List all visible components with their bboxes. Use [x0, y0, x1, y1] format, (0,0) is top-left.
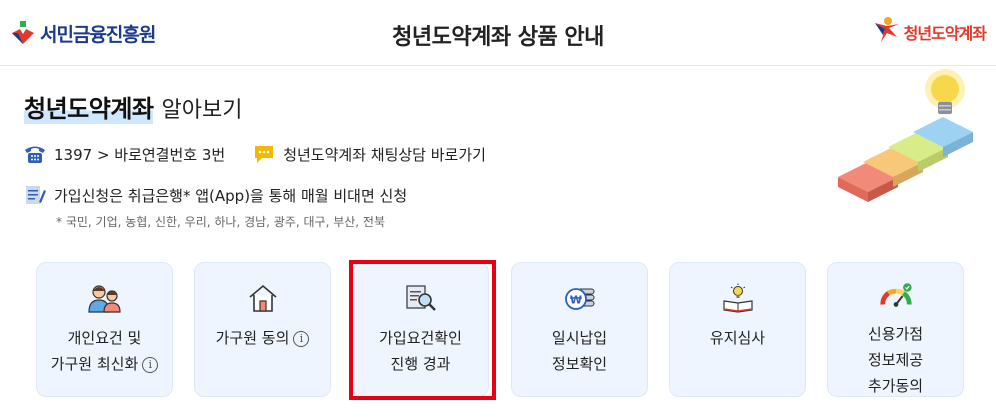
- youth-account-logo-mark-icon: [871, 15, 901, 49]
- card-household-consent[interactable]: 가구원 동의 i: [194, 262, 331, 397]
- app-header: 서민금융진흥원 청년도약계좌 상품 안내 청년도약계좌: [0, 0, 996, 66]
- card-label: 가구원 동의 i: [216, 325, 310, 351]
- card-label: 일시납입 정보확인: [551, 329, 608, 373]
- card-label: 신용가점 정보제공 추가동의: [867, 325, 924, 395]
- card-maintenance-review[interactable]: 유지심사: [669, 262, 806, 397]
- gauge-icon: [879, 281, 913, 311]
- card-label: 가입요건확인 진행 경과: [379, 329, 462, 373]
- card-eligibility-progress[interactable]: 가입요건확인 진행 경과: [352, 262, 489, 397]
- page-title: 청년도약계좌 상품 안내: [392, 25, 604, 50]
- youth-account-logo[interactable]: 청년도약계좌: [871, 15, 987, 49]
- info-icon[interactable]: i: [142, 357, 159, 373]
- main-content: 청년도약계좌 알아보기 1397 > 바로연결번호 3번 청년도약계좌 채팅상담…: [0, 67, 996, 419]
- family-icon: [87, 281, 122, 315]
- info-icon[interactable]: i: [293, 331, 310, 347]
- card-lump-sum-info[interactable]: ₩ 일시납입 정보확인: [511, 262, 648, 397]
- svg-text:₩: ₩: [569, 294, 581, 307]
- document-search-icon: [404, 281, 438, 315]
- book-lightbulb-icon: [721, 281, 755, 315]
- youth-account-logo-text: 청년도약계좌: [903, 24, 987, 43]
- card-label: 유지심사: [709, 329, 766, 347]
- card-personal-update[interactable]: 개인요건 및 가구원 최신화 i: [36, 262, 173, 397]
- won-coin-icon: ₩: [563, 281, 597, 315]
- card-label: 개인요건 및 가구원 최신화 i: [51, 325, 159, 377]
- house-icon: [246, 281, 280, 315]
- card-credit-bonus-consent[interactable]: 신용가점 정보제공 추가동의: [827, 262, 964, 397]
- menu-cards: 개인요건 및 가구원 최신화 i 가구원 동의 i 가입요건확인 진행 경과 ₩…: [0, 67, 996, 419]
